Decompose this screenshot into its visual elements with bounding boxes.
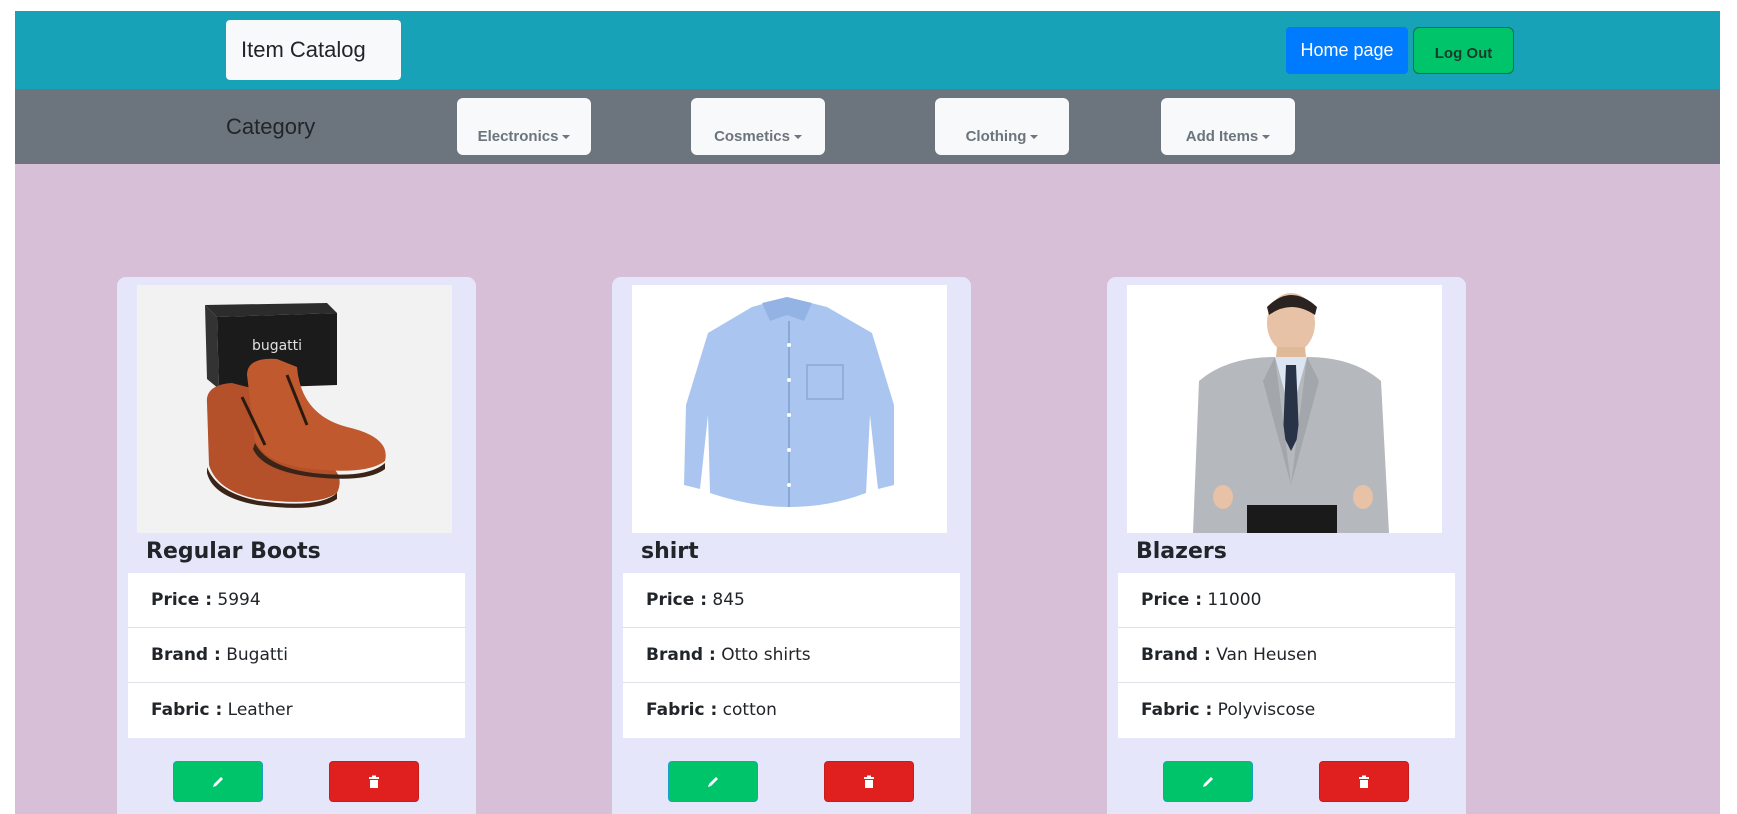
price-value: 5994 [217, 590, 261, 610]
clothing-dropdown[interactable]: Clothing [935, 98, 1069, 155]
brand-row: Brand : Van Heusen [1118, 628, 1455, 683]
trash-icon [1359, 775, 1369, 788]
fabric-value: Polyviscose [1217, 700, 1316, 720]
shirt-image [632, 285, 947, 533]
price-label: Price : [151, 590, 212, 610]
fabric-value: Leather [227, 700, 293, 720]
fabric-label: Fabric : [151, 700, 223, 720]
item-details: Price : 11000 Brand : Van Heusen Fabric … [1118, 573, 1455, 738]
brand-row: Brand : Otto shirts [623, 628, 960, 683]
delete-button[interactable] [1319, 761, 1409, 802]
blazer-image [1127, 285, 1442, 533]
caret-down-icon [1262, 135, 1271, 140]
item-title: Blazers [1136, 539, 1227, 564]
brand-logo[interactable]: Item Catalog [226, 20, 401, 80]
price-row: Price : 5994 [128, 573, 465, 628]
price-label: Price : [646, 590, 707, 610]
brand-value: Otto shirts [721, 645, 811, 665]
clothing-dropdown-label: Clothing [965, 128, 1027, 145]
brand-value: Bugatti [226, 645, 288, 665]
delete-button[interactable] [329, 761, 419, 802]
brand-label: Brand : [151, 645, 221, 665]
brand-label: Brand : [1141, 645, 1211, 665]
cosmetics-dropdown[interactable]: Cosmetics [691, 98, 825, 155]
item-image [1127, 285, 1442, 533]
category-bar: Category Electronics Cosmetics Clothing … [15, 89, 1720, 164]
item-title: Regular Boots [146, 539, 321, 564]
logout-button[interactable]: Log Out [1413, 27, 1514, 74]
brand-label: Brand : [646, 645, 716, 665]
electronics-dropdown-label: Electronics [477, 128, 559, 145]
price-value: 11000 [1207, 590, 1262, 610]
pencil-icon [213, 777, 223, 787]
price-row: Price : 11000 [1118, 573, 1455, 628]
fabric-row: Fabric : Leather [128, 683, 465, 738]
item-details: Price : 5994 Brand : Bugatti Fabric : Le… [128, 573, 465, 738]
edit-button[interactable] [668, 761, 758, 802]
caret-down-icon [1030, 135, 1039, 140]
price-label: Price : [1141, 590, 1202, 610]
trash-icon [369, 775, 379, 788]
fabric-row: Fabric : cotton [623, 683, 960, 738]
pencil-icon [1203, 777, 1213, 787]
pencil-icon [708, 777, 718, 787]
edit-button[interactable] [1163, 761, 1253, 802]
price-value: 845 [712, 590, 745, 610]
electronics-dropdown[interactable]: Electronics [457, 98, 591, 155]
caret-down-icon [562, 135, 571, 140]
brand-value: Van Heusen [1216, 645, 1318, 665]
fabric-label: Fabric : [1141, 700, 1213, 720]
edit-button[interactable] [173, 761, 263, 802]
fabric-value: cotton [722, 700, 777, 720]
bugatti-box-logo: bugatti [252, 338, 302, 354]
item-details: Price : 845 Brand : Otto shirts Fabric :… [623, 573, 960, 738]
category-label: Category [226, 114, 316, 139]
cosmetics-dropdown-label: Cosmetics [714, 128, 790, 145]
top-navbar: Item Catalog Home page Log Out [15, 11, 1720, 89]
brand-row: Brand : Bugatti [128, 628, 465, 683]
item-image: bugatti [137, 285, 452, 533]
add-items-dropdown-label: Add Items [1185, 128, 1259, 145]
home-page-button[interactable]: Home page [1286, 27, 1408, 74]
fabric-row: Fabric : Polyviscose [1118, 683, 1455, 738]
caret-down-icon [793, 135, 802, 140]
fabric-label: Fabric : [646, 700, 718, 720]
price-row: Price : 845 [623, 573, 960, 628]
item-card: Blazers Price : 11000 Brand : Van Heusen… [1107, 277, 1466, 814]
page: Item Catalog Home page Log Out Category … [15, 11, 1720, 814]
item-card: bugatti Regular Boots Price : 5994 Brand… [117, 277, 476, 814]
delete-button[interactable] [824, 761, 914, 802]
item-card: shirt Price : 845 Brand : Otto shirts Fa… [612, 277, 971, 814]
add-items-dropdown[interactable]: Add Items [1161, 98, 1295, 155]
trash-icon [864, 775, 874, 788]
item-image [632, 285, 947, 533]
boots-image: bugatti [137, 285, 452, 533]
item-title: shirt [641, 539, 699, 564]
